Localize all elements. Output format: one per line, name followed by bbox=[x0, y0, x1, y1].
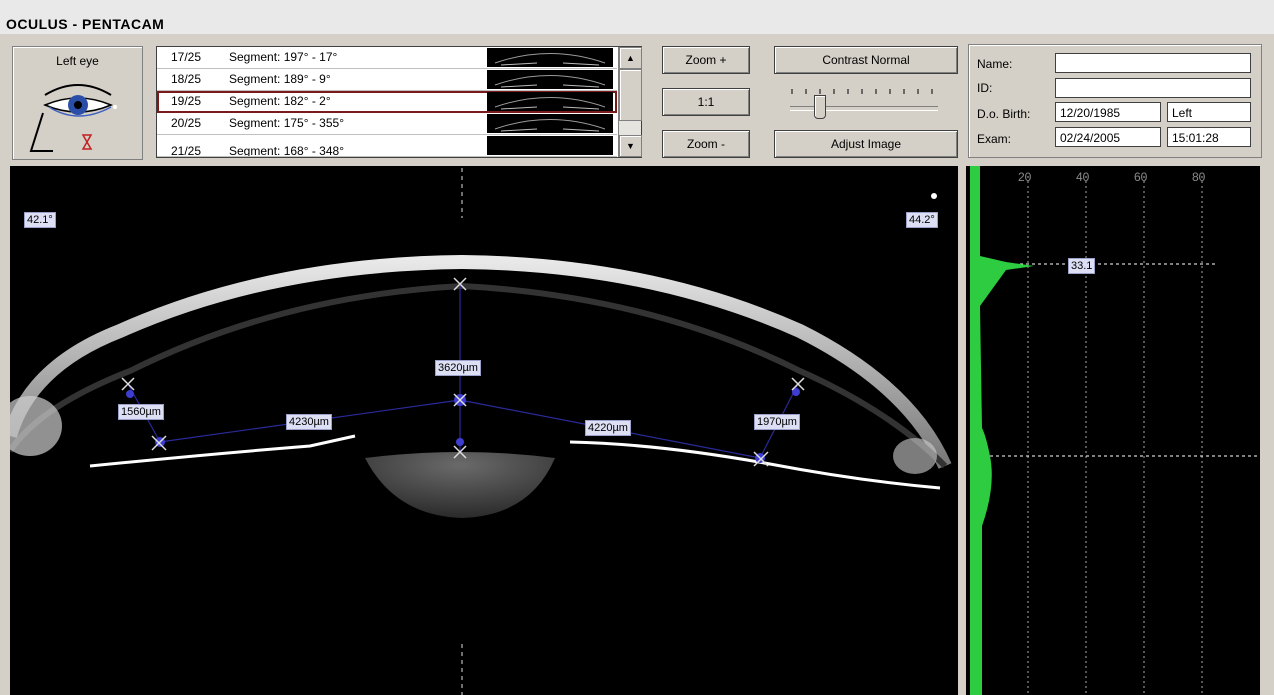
segment-label: Segment: 182° - 2° bbox=[229, 94, 331, 108]
contrast-slider-track[interactable] bbox=[790, 106, 938, 111]
segment-list[interactable]: 17/25 Segment: 197° - 17° 18/25 Segment:… bbox=[156, 46, 642, 158]
adjust-image-button[interactable]: Adjust Image bbox=[774, 130, 958, 158]
segment-row[interactable]: 18/25 Segment: 189° - 9° bbox=[157, 69, 617, 91]
angle-left-label: 42.1° bbox=[24, 212, 56, 228]
axis-tick-60: 60 bbox=[1134, 170, 1148, 184]
right-span-label: 4220µm bbox=[585, 420, 631, 436]
hourglass-icon bbox=[81, 134, 93, 150]
segment-thumbnail bbox=[487, 48, 613, 67]
id-label: ID: bbox=[977, 81, 993, 95]
scheimpflug-image[interactable]: 42.1° 44.2° 3620µm 1560µm 4230µm 4220µm … bbox=[10, 166, 958, 695]
zoom-reset-button[interactable]: 1:1 bbox=[662, 88, 750, 116]
scroll-up-button[interactable]: ▲ bbox=[619, 47, 642, 69]
exam-date-field[interactable]: 02/24/2005 bbox=[1055, 127, 1161, 147]
eye-label: Left eye bbox=[56, 54, 99, 68]
title-bar: OCULUS - PENTACAM bbox=[0, 0, 1274, 34]
segment-number: 21/25 bbox=[171, 144, 202, 157]
scroll-down-button[interactable]: ▼ bbox=[619, 135, 642, 157]
name-label: Name: bbox=[977, 57, 1013, 71]
scroll-thumb[interactable] bbox=[619, 69, 642, 121]
densitometry-graph[interactable]: 20 40 60 80 33.1 bbox=[966, 166, 1260, 695]
segment-row[interactable]: 17/25 Segment: 197° - 17° bbox=[157, 47, 617, 69]
zoom-out-button[interactable]: Zoom - bbox=[662, 130, 750, 158]
axis-tick-20: 20 bbox=[1018, 170, 1032, 184]
segment-thumbnail bbox=[487, 92, 613, 111]
eye-selector-panel[interactable]: Left eye bbox=[12, 46, 143, 160]
id-field[interactable] bbox=[1055, 78, 1251, 98]
axis-tick-40: 40 bbox=[1076, 170, 1090, 184]
cornea-image bbox=[10, 168, 952, 695]
angle-right-label: 44.2° bbox=[906, 212, 938, 228]
app-title: OCULUS - PENTACAM bbox=[6, 16, 165, 32]
eye-icon bbox=[29, 84, 117, 152]
right-depth-label: 1970µm bbox=[754, 414, 800, 430]
segment-label: Segment: 189° - 9° bbox=[229, 72, 331, 86]
segment-label: Segment: 197° - 17° bbox=[229, 50, 338, 64]
segment-label: Segment: 175° - 355° bbox=[229, 116, 345, 130]
densitometry-plot bbox=[970, 166, 1260, 695]
segment-thumbnail bbox=[487, 114, 613, 133]
contrast-ticks bbox=[791, 89, 933, 94]
left-span-label: 4230µm bbox=[286, 414, 332, 430]
segment-number: 17/25 bbox=[171, 50, 202, 64]
dob-label: D.o. Birth: bbox=[977, 107, 1031, 121]
axis-tick-80: 80 bbox=[1192, 170, 1206, 184]
zoom-in-button[interactable]: Zoom + bbox=[662, 46, 750, 74]
segment-thumbnail bbox=[487, 136, 613, 155]
contrast-slider-handle[interactable] bbox=[814, 95, 826, 119]
segment-row-selected[interactable]: 19/25 Segment: 182° - 2° bbox=[157, 91, 617, 113]
central-depth-label: 3620µm bbox=[435, 360, 481, 376]
exam-time-field[interactable]: 15:01:28 bbox=[1167, 127, 1251, 147]
segment-label: Segment: 168° - 348° bbox=[229, 144, 345, 157]
segment-number: 18/25 bbox=[171, 72, 202, 86]
segment-row[interactable]: 20/25 Segment: 175° - 355° bbox=[157, 113, 617, 135]
patient-info-panel: Name: ID: D.o. Birth: 12/20/1985 Left Ex… bbox=[968, 44, 1262, 158]
dob-field[interactable]: 12/20/1985 bbox=[1055, 102, 1161, 122]
exam-label: Exam: bbox=[977, 132, 1012, 146]
segment-row[interactable]: 21/25 Segment: 168° - 348° bbox=[157, 135, 617, 157]
eye-side-field[interactable]: Left bbox=[1167, 102, 1251, 122]
contrast-normal-button[interactable]: Contrast Normal bbox=[774, 46, 958, 74]
name-field[interactable] bbox=[1055, 53, 1251, 73]
segment-thumbnail bbox=[487, 70, 613, 89]
peak-value-label: 33.1 bbox=[1068, 258, 1096, 274]
segment-number: 19/25 bbox=[171, 94, 202, 108]
segment-number: 20/25 bbox=[171, 116, 202, 130]
left-depth-label: 1560µm bbox=[118, 404, 164, 420]
segment-scrollbar[interactable]: ▲ ▼ bbox=[618, 47, 642, 157]
